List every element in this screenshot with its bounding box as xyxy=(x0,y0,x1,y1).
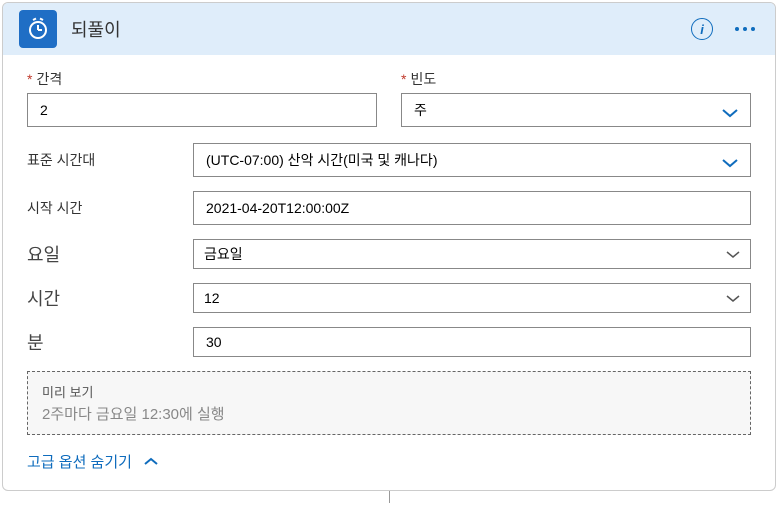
recurrence-card: 되풀이 i *간격 *빈도 주 xyxy=(2,2,776,491)
hide-advanced-link[interactable]: 고급 옵션 숨기기 xyxy=(27,451,751,472)
timezone-select[interactable]: (UTC-07:00) 산악 시간(미국 및 캐나다) xyxy=(193,143,751,177)
card-header[interactable]: 되풀이 i xyxy=(3,3,775,55)
minutes-label: 분 xyxy=(27,329,193,355)
card-body: *간격 *빈도 주 표준 시간대 (UTC-07:00 xyxy=(3,55,775,490)
card-title: 되풀이 xyxy=(71,16,691,42)
chevron-up-icon xyxy=(144,453,158,470)
days-label: 요일 xyxy=(27,241,193,267)
preview-title: 미리 보기 xyxy=(42,382,736,401)
chevron-down-icon xyxy=(722,155,738,165)
chevron-down-icon xyxy=(726,290,740,306)
minutes-input[interactable] xyxy=(193,327,751,357)
hours-select[interactable]: 12 xyxy=(193,283,751,313)
timezone-label: 표준 시간대 xyxy=(27,150,193,170)
recurrence-icon xyxy=(19,10,57,48)
connector-line xyxy=(389,491,390,503)
interval-label: *간격 xyxy=(27,69,377,89)
preview-text: 2주마다 금요일 12:30에 실행 xyxy=(42,403,736,424)
frequency-select[interactable]: 주 xyxy=(401,93,751,127)
preview-box: 미리 보기 2주마다 금요일 12:30에 실행 xyxy=(27,371,751,435)
chevron-down-icon xyxy=(722,105,738,115)
frequency-label: *빈도 xyxy=(401,69,751,89)
start-time-label: 시작 시간 xyxy=(27,198,193,218)
info-icon[interactable]: i xyxy=(691,18,713,40)
start-time-input[interactable] xyxy=(193,191,751,225)
days-select[interactable]: 금요일 xyxy=(193,239,751,269)
connector xyxy=(2,491,776,505)
chevron-down-icon xyxy=(726,246,740,262)
required-star: * xyxy=(401,71,406,87)
hours-label: 시간 xyxy=(27,285,193,311)
required-star: * xyxy=(27,71,32,87)
interval-input[interactable] xyxy=(27,93,377,127)
more-icon[interactable] xyxy=(731,23,759,35)
